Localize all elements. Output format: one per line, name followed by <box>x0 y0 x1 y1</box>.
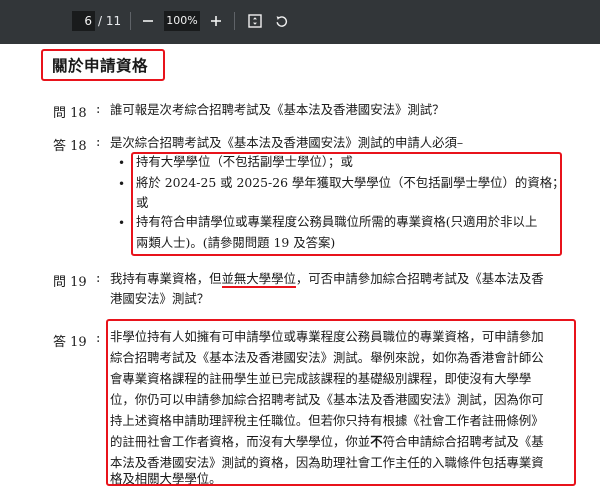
underlined-phrase: 並無大學學位 <box>221 271 296 288</box>
answer-19-text-post: 符合申請綜合招聘考試及《基 <box>382 434 544 449</box>
toolbar-divider <box>130 12 131 30</box>
rotate-button[interactable] <box>270 9 292 33</box>
zoom-in-button[interactable] <box>206 9 226 33</box>
toolbar-divider <box>234 12 235 30</box>
answer-19-line: 持上述資格申請助理評稅主任職位。但若你只持有根據《社會工作者註冊條例》 <box>110 413 544 428</box>
answer-18-item: 將於 2024-25 或 2025-26 學年獲取大學學位（不包括副學士學位）的… <box>136 175 565 190</box>
emphasized-word: 不 <box>370 434 383 449</box>
question-19-line-2: 港國安法》測試？ <box>110 291 210 306</box>
question-19-text-pre: 我持有專業資格，但 <box>110 271 222 286</box>
zoom-in-icon <box>211 16 221 26</box>
bullet: • <box>118 156 126 170</box>
answer-19-colon: : <box>96 331 101 346</box>
question-18-text: 誰可報是次考綜合招聘考試及《基本法及香港國安法》測試？ <box>110 102 445 117</box>
rotate-icon <box>276 15 287 27</box>
zoom-out-button[interactable] <box>138 9 158 33</box>
answer-19-label: 答 19 <box>53 335 87 350</box>
document-page: 關於申請資格 問 18 : 誰可報是次考綜合招聘考試及《基本法及香港國安法》測試… <box>0 44 600 489</box>
answer-18-label: 答 18 <box>53 139 87 154</box>
bullet: • <box>118 177 126 191</box>
answer-19-line: 非學位持有人如擁有可申請學位或專業程度公務員職位的專業資格，可申請參加 <box>110 329 544 344</box>
fit-page-button[interactable] <box>244 9 266 33</box>
bullet: • <box>118 216 126 230</box>
question-18-colon: : <box>96 102 101 117</box>
question-19-colon: : <box>96 271 101 286</box>
answer-19-text-pre: 的註冊社會工作者資格，而沒有大學學位，你並 <box>110 434 371 449</box>
zoom-out-icon <box>143 20 153 22</box>
question-19-label: 問 19 <box>53 275 87 290</box>
question-18-label: 問 18 <box>53 106 87 121</box>
question-19-line-1: 我持有專業資格，但並無大學學位，可否申請參加綜合招聘考試及《基本法及香 <box>110 268 544 289</box>
section-title: 關於申請資格 <box>52 57 149 75</box>
answer-19-line: 格及相關大學學位。 <box>110 471 222 486</box>
answer-19-line: 會專業資格課程的註冊學生並已完成該課程的基礎級別課程，即使沒有大學學 <box>110 371 532 386</box>
answer-19-line: 的註冊社會工作者資格，而沒有大學學位，你並不符合申請綜合招聘考試及《基 <box>110 431 544 452</box>
total-pages: / 11 <box>98 14 122 28</box>
zoom-level-input[interactable]: 100% <box>164 11 200 31</box>
pdf-toolbar: 6 / 11 100% <box>0 0 600 44</box>
answer-19-line: 位，你仍可以申請參加綜合招聘考試及《基本法及香港國安法》測試，因為你可 <box>110 392 544 407</box>
answer-18-item: 持有符合申請學位或專業程度公務員職位所需的專業資格(只適用於非以上 <box>136 214 538 229</box>
page-number-input[interactable]: 6 <box>72 11 95 31</box>
answer-18-item: 持有大學學位（不包括副學士學位）；或 <box>136 154 353 169</box>
answer-18-colon: : <box>96 135 101 150</box>
answer-19-line: 綜合招聘考試及《基本法及香港國安法》測試。舉例來說，如你為香港會計師公 <box>110 350 544 365</box>
question-19-text-post: ，可否申請參加綜合招聘考試及《基本法及香 <box>295 271 544 286</box>
fit-page-icon <box>248 14 262 28</box>
answer-18-item: 兩類人士)。(請參閱問題 19 及答案) <box>136 235 336 250</box>
